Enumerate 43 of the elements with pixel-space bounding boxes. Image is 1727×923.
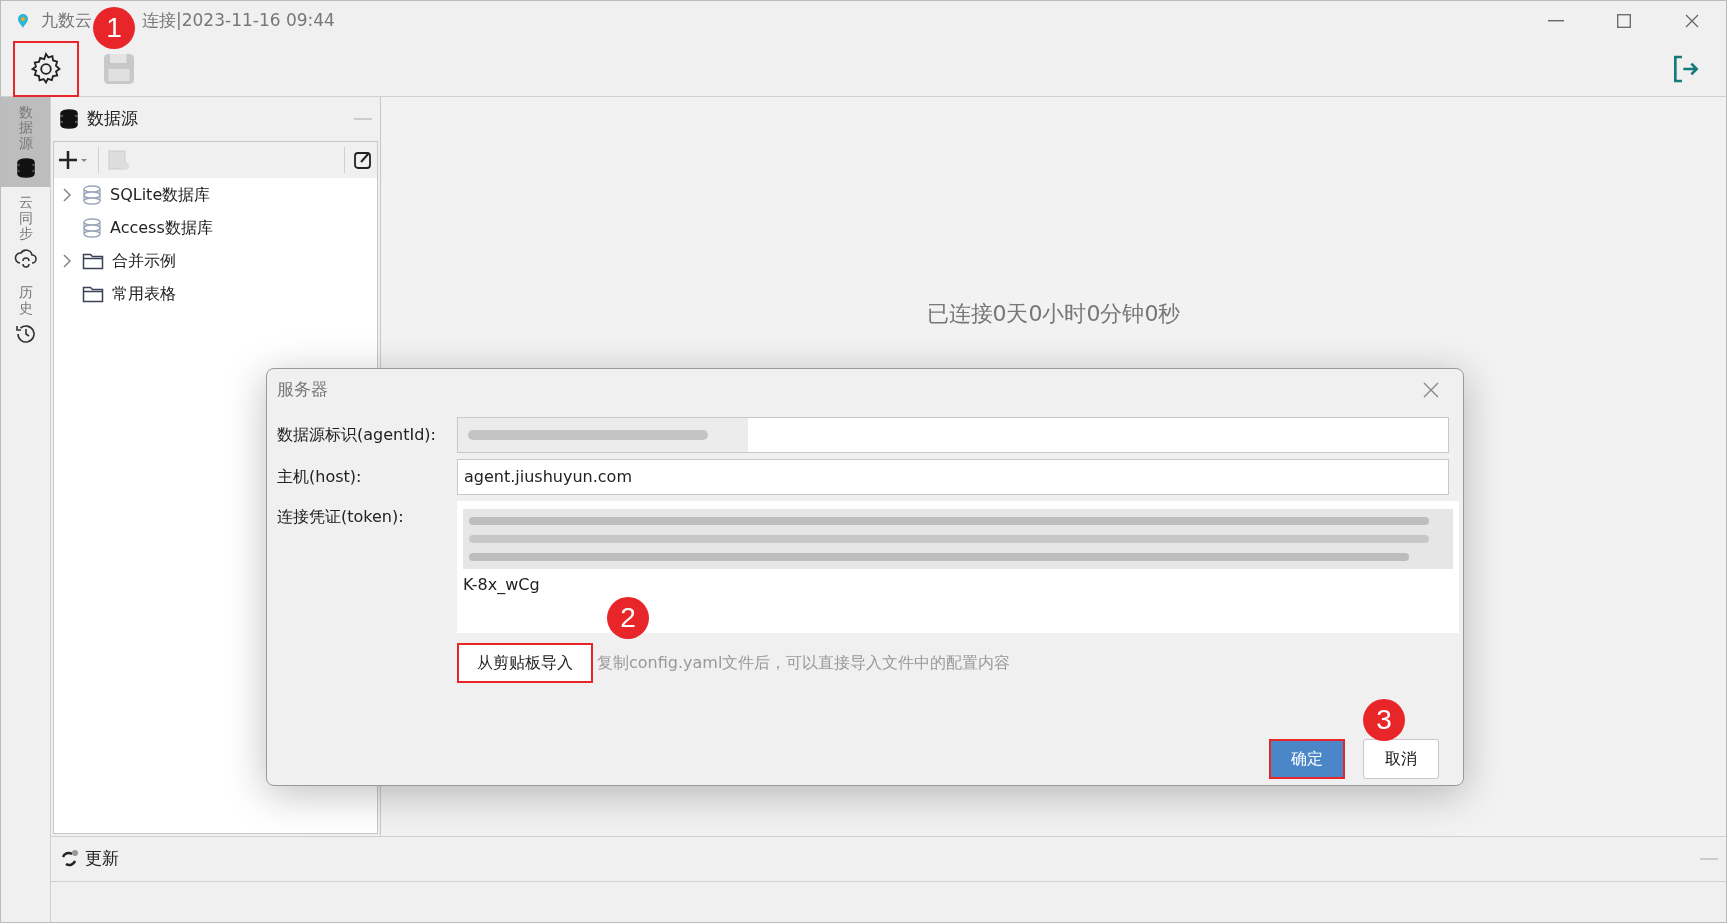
close-icon (1685, 14, 1699, 28)
database-icon (82, 216, 102, 239)
tree-item[interactable]: Access数据库 (110, 215, 213, 240)
minimize-icon (1548, 20, 1564, 22)
database-icon (15, 157, 36, 180)
input-field[interactable] (457, 417, 1449, 453)
database-icon (59, 108, 79, 130)
tree-item[interactable]: 常用表格 (112, 281, 176, 306)
refresh-icon (59, 849, 79, 869)
tree-item[interactable]: 合并示例 (112, 248, 176, 273)
step-number-badge: 1 (93, 6, 135, 49)
field-label: 主机(host): (277, 466, 363, 488)
token-value: K-8x_wCg (463, 574, 541, 596)
connection-status-text: 已连接0天0小时0分钟0秒 (926, 300, 1181, 327)
window-title: 连接|2023-11-16 09:44 (142, 9, 335, 33)
field-label: 连接凭证(token): (277, 506, 405, 528)
table-icon[interactable] (107, 149, 131, 171)
settings-button[interactable] (13, 40, 79, 97)
side-tab[interactable]: 云同步 (1, 187, 50, 278)
app-logo-icon (17, 13, 29, 29)
add-dropdown-icon[interactable] (58, 150, 90, 170)
expand-chevron-icon[interactable] (62, 187, 72, 202)
panel-title: 数据源 (87, 107, 138, 131)
cancel-button[interactable]: 取消 (1363, 739, 1439, 779)
dialog-title: 服务器 (277, 378, 328, 402)
folder-icon (82, 284, 104, 303)
confirm-button[interactable]: 确定 (1269, 739, 1345, 779)
step-number-badge: 3 (1363, 699, 1405, 741)
database-icon (82, 183, 102, 206)
edit-icon[interactable] (353, 150, 373, 170)
tree-item[interactable]: SQLite数据库 (110, 182, 211, 207)
hint-text: 复制config.yaml文件后，可以直接导入文件中的配置内容 (597, 652, 1011, 674)
window-title: 九数云 (41, 9, 92, 33)
expand-chevron-icon[interactable] (62, 253, 72, 268)
import-from-clipboard-button[interactable]: 从剪贴板导入 (457, 643, 593, 683)
side-tab[interactable]: 历史 (1, 277, 50, 355)
folder-icon (82, 251, 104, 270)
panel-title: 更新 (85, 847, 119, 871)
maximize-icon (1617, 14, 1631, 28)
cloud-sync-icon (13, 247, 38, 270)
close-icon[interactable] (1423, 382, 1439, 398)
field-label: 数据源标识(agentId): (277, 424, 437, 446)
input-field[interactable]: agent.jiushuyun.com (457, 459, 1449, 495)
